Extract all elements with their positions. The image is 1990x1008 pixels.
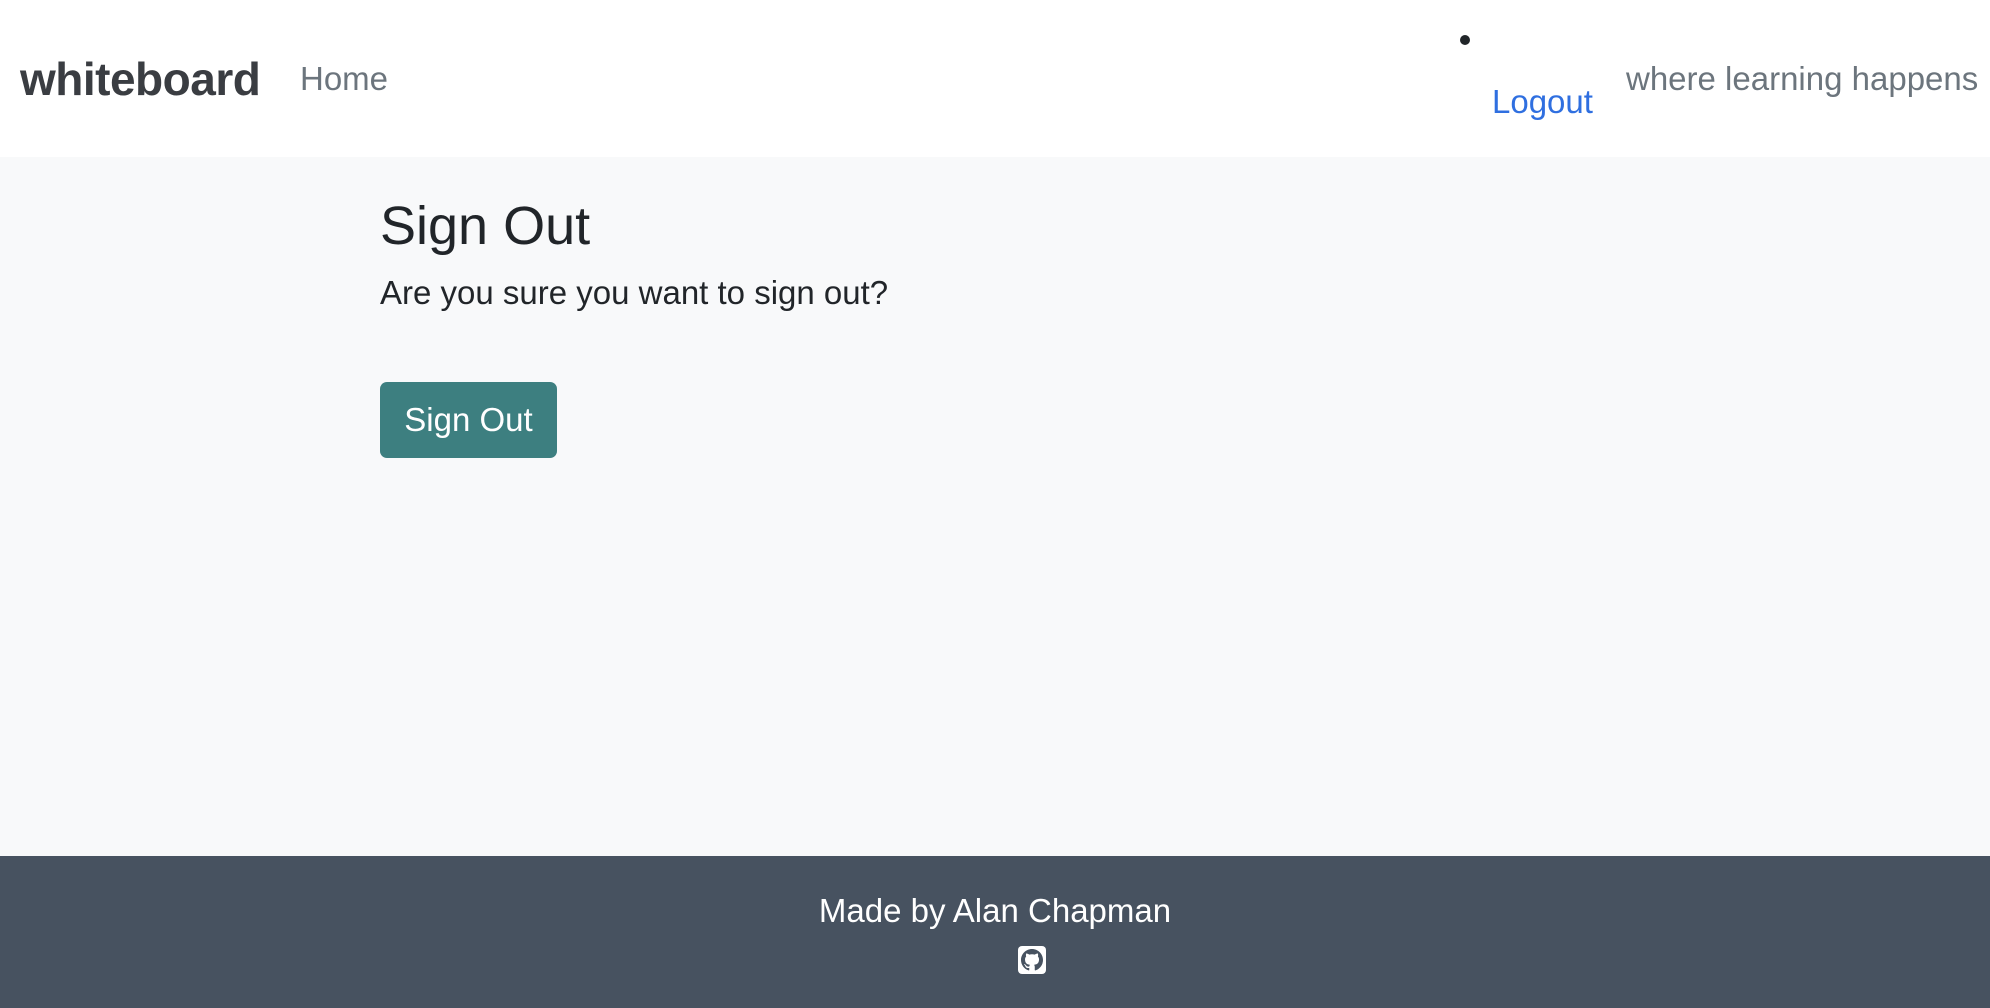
brand-logo[interactable]: whiteboard <box>20 52 261 106</box>
nav-link-home[interactable]: Home <box>300 60 388 98</box>
footer: Made by Alan Chapman <box>0 856 1990 1008</box>
footer-credit: Made by Alan Chapman <box>818 892 1172 929</box>
confirm-prompt: Are you sure you want to sign out? <box>380 274 889 311</box>
list-bullet <box>1460 35 1470 45</box>
main-content: Sign Out Are you sure you want to sign o… <box>0 157 1990 856</box>
navbar: whiteboard Home Logout where learning ha… <box>0 0 1990 157</box>
sign-out-button[interactable]: Sign Out <box>380 382 557 458</box>
page-title: Sign Out <box>380 196 591 256</box>
nav-link-logout[interactable]: Logout <box>1492 83 1593 121</box>
github-icon-svg <box>1021 949 1043 971</box>
tagline: where learning happens <box>1626 60 1979 97</box>
github-icon[interactable] <box>1018 946 1046 974</box>
